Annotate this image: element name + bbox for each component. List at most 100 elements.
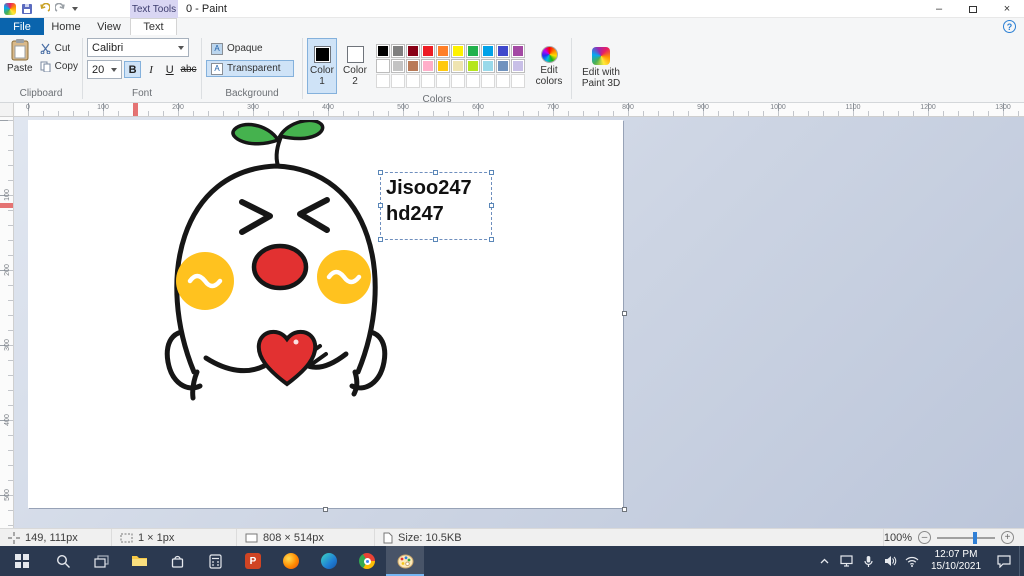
palette-swatch[interactable] — [376, 44, 390, 58]
hruler-label: 1300 — [995, 104, 1011, 111]
palette-swatch[interactable] — [406, 59, 420, 73]
transparent-button[interactable]: A Transparent — [206, 60, 294, 77]
palette-empty-slot[interactable] — [511, 74, 525, 88]
palette-swatch[interactable] — [391, 59, 405, 73]
tray-volume-button[interactable] — [879, 546, 901, 576]
taskbar-search-button[interactable] — [44, 546, 82, 576]
store-button[interactable] — [158, 546, 196, 576]
palette-swatch[interactable] — [496, 59, 510, 73]
undo-icon[interactable] — [38, 2, 50, 15]
task-view-button[interactable] — [82, 546, 120, 576]
palette-swatch[interactable] — [391, 44, 405, 58]
minimize-button[interactable]: – — [922, 0, 956, 18]
zoom-slider[interactable] — [937, 531, 995, 544]
canvas-text[interactable]: Jisoo247 hd247 — [381, 173, 491, 229]
zoom-in-button[interactable]: + — [1001, 531, 1014, 544]
palette-swatch[interactable] — [421, 59, 435, 73]
tray-mic-button[interactable] — [857, 546, 879, 576]
palette-swatch[interactable] — [406, 44, 420, 58]
redo-icon[interactable] — [55, 2, 67, 15]
tray-network-button[interactable] — [901, 546, 923, 576]
palette-swatch[interactable] — [451, 44, 465, 58]
calculator-button[interactable] — [196, 546, 234, 576]
palette-empty-slot[interactable] — [391, 74, 405, 88]
textbox-resize-handle[interactable] — [378, 170, 383, 175]
tray-monitor-button[interactable] — [835, 546, 857, 576]
palette-swatch[interactable] — [376, 59, 390, 73]
chrome-button[interactable] — [348, 546, 386, 576]
save-icon[interactable] — [21, 3, 33, 15]
palette-swatch[interactable] — [511, 44, 525, 58]
transparent-icon: A — [211, 62, 223, 75]
underline-button[interactable]: U — [161, 61, 178, 78]
tab-file[interactable]: File — [0, 18, 44, 35]
edit-colors-button[interactable]: Edit colors — [531, 38, 567, 94]
palette-empty-slot[interactable] — [406, 74, 420, 88]
palette-empty-slot[interactable] — [436, 74, 450, 88]
edge-button[interactable] — [310, 546, 348, 576]
tray-chevron-button[interactable] — [813, 546, 835, 576]
canvas-resize-handle-right[interactable] — [622, 311, 627, 316]
text-selection-box[interactable]: Jisoo247 hd247 — [378, 170, 494, 242]
palette-empty-slot[interactable] — [421, 74, 435, 88]
paint-taskbar-button[interactable] — [386, 546, 424, 576]
firefox-button[interactable] — [272, 546, 310, 576]
help-button[interactable]: ? — [1003, 20, 1016, 33]
textbox-resize-handle[interactable] — [433, 237, 438, 242]
action-center-icon — [997, 554, 1011, 568]
tab-home[interactable]: Home — [44, 18, 88, 35]
zoom-out-button[interactable]: – — [918, 531, 931, 544]
show-desktop-button[interactable] — [1019, 546, 1024, 576]
textbox-resize-handle[interactable] — [489, 237, 494, 242]
close-button[interactable]: × — [990, 0, 1024, 18]
color1-button[interactable]: Color 1 — [307, 38, 337, 94]
strikethrough-button[interactable]: abc — [180, 61, 197, 78]
font-size-select[interactable]: 20 — [87, 60, 123, 79]
palette-swatch[interactable] — [496, 44, 510, 58]
vruler-label: 400 — [3, 414, 11, 426]
customize-toolbar-icon[interactable] — [72, 6, 78, 11]
palette-swatch[interactable] — [481, 44, 495, 58]
palette-empty-slot[interactable] — [496, 74, 510, 88]
textbox-resize-handle[interactable] — [489, 170, 494, 175]
font-family-select[interactable]: Calibri — [87, 38, 189, 57]
drawing-canvas[interactable]: Jisoo247 hd247 — [28, 120, 627, 512]
textbox-resize-handle[interactable] — [378, 203, 383, 208]
paste-button[interactable]: Paste — [4, 38, 36, 88]
zoom-slider-thumb[interactable] — [972, 531, 977, 544]
hruler-label: 1000 — [770, 104, 786, 111]
textbox-resize-handle[interactable] — [433, 170, 438, 175]
palette-swatch[interactable] — [466, 44, 480, 58]
textbox-resize-handle[interactable] — [489, 203, 494, 208]
copy-button[interactable]: Copy — [40, 59, 78, 73]
palette-swatch[interactable] — [451, 59, 465, 73]
palette-swatch[interactable] — [466, 59, 480, 73]
color2-button[interactable]: Color 2 — [340, 38, 370, 94]
palette-empty-slot[interactable] — [451, 74, 465, 88]
canvas-resize-handle-corner[interactable] — [622, 507, 627, 512]
palette-empty-slot[interactable] — [376, 74, 390, 88]
canvas-resize-handle-bottom[interactable] — [322, 507, 328, 512]
file-explorer-button[interactable] — [120, 546, 158, 576]
bold-button[interactable]: B — [124, 61, 141, 78]
palette-swatch[interactable] — [481, 59, 495, 73]
palette-swatch[interactable] — [436, 44, 450, 58]
palette-swatch[interactable] — [421, 44, 435, 58]
textbox-resize-handle[interactable] — [378, 237, 383, 242]
opaque-button[interactable]: A Opaque — [206, 40, 294, 57]
tab-view[interactable]: View — [88, 18, 130, 35]
powerpoint-button[interactable]: P — [234, 546, 272, 576]
action-center-button[interactable] — [989, 546, 1019, 576]
maximize-button[interactable] — [956, 0, 990, 18]
hruler-label: 1100 — [845, 104, 861, 111]
taskbar-clock[interactable]: 12:07 PM 15/10/2021 — [923, 546, 989, 576]
palette-empty-slot[interactable] — [466, 74, 480, 88]
palette-swatch[interactable] — [436, 59, 450, 73]
palette-swatch[interactable] — [511, 59, 525, 73]
edit-with-paint3d-button[interactable]: Edit with Paint 3D — [576, 38, 626, 98]
palette-empty-slot[interactable] — [481, 74, 495, 88]
start-button[interactable] — [0, 546, 44, 576]
italic-button[interactable]: I — [143, 61, 160, 78]
cut-button[interactable]: Cut — [40, 41, 78, 55]
tab-text[interactable]: Text — [130, 18, 177, 35]
